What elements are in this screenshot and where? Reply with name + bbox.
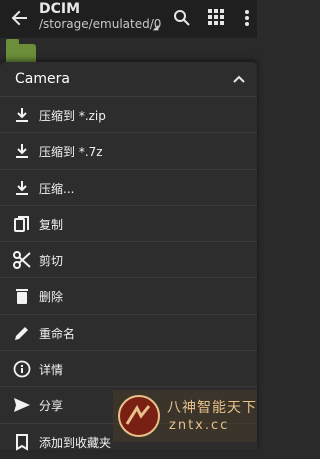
menu-item-compress-zip[interactable]: 压缩到 *.zip bbox=[0, 96, 257, 132]
chevron-up-icon[interactable] bbox=[232, 72, 246, 86]
menu-item-label: 压缩到 *.zip bbox=[39, 109, 106, 123]
menu-item-label: 添加到收藏夹 bbox=[39, 435, 112, 450]
scissors-icon bbox=[13, 251, 31, 270]
menu-item-label: 分享 bbox=[39, 399, 64, 414]
watermark-cn-text: 八神智能天下 bbox=[167, 400, 257, 416]
bookmark-icon bbox=[16, 433, 28, 451]
watermark: 八神智能天下 zntx.cc bbox=[113, 390, 257, 442]
menu-item-copy[interactable]: 复制 bbox=[0, 204, 257, 241]
menu-item-details[interactable]: 详情 bbox=[0, 350, 257, 386]
app-bar: DCIM /storage/emulated/0 bbox=[0, 0, 257, 38]
watermark-logo-icon bbox=[118, 395, 160, 437]
menu-item-label: 压缩到 *.7z bbox=[39, 145, 103, 160]
folder-path[interactable]: /storage/emulated/0 bbox=[39, 17, 161, 31]
trash-icon bbox=[16, 289, 28, 305]
menu-item-rename[interactable]: 重命名 bbox=[0, 313, 257, 350]
menu-item-label: 删除 bbox=[39, 290, 64, 305]
menu-item-compress-7z[interactable]: 压缩到 *.7z bbox=[0, 132, 257, 168]
menu-item-cut[interactable]: 剪切 bbox=[0, 241, 257, 277]
menu-item-label: 剪切 bbox=[39, 254, 64, 269]
more-vert-icon[interactable] bbox=[244, 9, 250, 27]
download-icon bbox=[16, 108, 28, 122]
copy-icon bbox=[14, 215, 29, 232]
search-icon[interactable] bbox=[173, 9, 191, 27]
sheet-title: Camera bbox=[15, 71, 70, 87]
menu-item-compress[interactable]: 压缩... bbox=[0, 168, 257, 205]
send-icon bbox=[14, 398, 30, 413]
menu-item-label: 压缩... bbox=[39, 181, 75, 196]
download-icon bbox=[16, 180, 28, 195]
folder-title: DCIM bbox=[39, 1, 81, 17]
menu-item-label: 复制 bbox=[39, 217, 64, 232]
back-arrow-icon[interactable] bbox=[9, 8, 29, 28]
info-icon bbox=[13, 360, 31, 378]
menu-item-label: 详情 bbox=[39, 363, 64, 378]
pencil-icon bbox=[15, 326, 28, 340]
grid-view-icon[interactable] bbox=[208, 9, 224, 25]
sheet-header[interactable]: Camera bbox=[0, 62, 257, 96]
watermark-en-text: zntx.cc bbox=[169, 418, 230, 433]
menu-item-delete[interactable]: 删除 bbox=[0, 277, 257, 313]
download-icon bbox=[16, 144, 28, 159]
menu-item-label: 重命名 bbox=[39, 326, 76, 341]
